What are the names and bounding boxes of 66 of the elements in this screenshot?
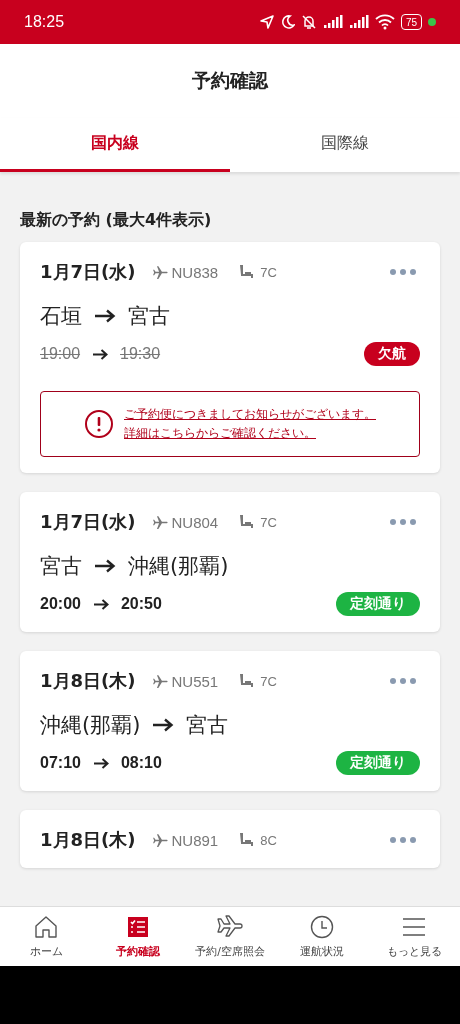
- arrival-time: 19:30: [120, 345, 161, 363]
- moon-icon: [280, 14, 295, 30]
- origin-airport: 沖縄(那覇): [40, 712, 141, 739]
- battery-icon: 75: [400, 14, 422, 30]
- origin-airport: 石垣: [40, 303, 82, 330]
- flight-number: NU804: [171, 513, 219, 531]
- checklist-icon: [125, 914, 151, 940]
- seat-number: 8C: [260, 832, 277, 848]
- notice-link[interactable]: ご予約便につきましてお知らせがございます。: [124, 406, 376, 423]
- seat-icon: [240, 514, 255, 530]
- arrival-time: 20:50: [120, 595, 162, 613]
- status-badge: 欠航: [364, 342, 420, 366]
- booking-card[interactable]: 1月8日(木) NU891 8C: [20, 810, 440, 868]
- arrow-icon: [152, 718, 175, 732]
- flight-number: NU891: [171, 831, 219, 849]
- arrival-time: 08:10: [120, 754, 162, 772]
- seat-icon: [240, 673, 255, 689]
- booking-card[interactable]: 1月8日(木) NU551 7C 沖縄(那覇) 宮古 07:10 08:10 定刻通り: [20, 651, 440, 791]
- flight-date: 1月8日(木): [40, 669, 136, 693]
- home-icon: [33, 914, 59, 940]
- flight-number: NU838: [171, 263, 219, 281]
- origin-airport: 宮古: [40, 553, 82, 580]
- plane-icon: [151, 513, 169, 531]
- tab[interactable]: 国内線: [0, 118, 230, 172]
- notice-box[interactable]: ご予約便につきましてお知らせがございます。 詳細はこちらからご確認ください。: [40, 391, 420, 457]
- departure-time: 20:00: [40, 595, 81, 613]
- status-badge: 定刻通り: [336, 592, 420, 616]
- plane-icon: [151, 831, 169, 849]
- booking-card[interactable]: 1月7日(水) NU838 7C 石垣 宮古 19:00 19:30 欠航 ご予約便につきましてお知らせがございます。 詳細はこちらからご確認ください。: [20, 242, 440, 473]
- flight-number: NU551: [171, 672, 219, 690]
- departure-time: 07:10: [40, 754, 81, 772]
- plane-icon: [151, 263, 169, 281]
- seat-number: 7C: [260, 264, 277, 280]
- destination-airport: 宮古: [128, 303, 170, 330]
- destination-airport: 沖縄(那覇): [128, 553, 229, 580]
- arrow-icon: [92, 757, 109, 769]
- plane-icon: [216, 914, 244, 940]
- wifi-icon: [374, 14, 395, 30]
- muted-bell-icon: [300, 14, 317, 30]
- clock-icon: [309, 914, 335, 940]
- privacy-dot: [428, 18, 436, 26]
- flight-date: 1月8日(木): [40, 828, 136, 852]
- seat-number: 7C: [260, 514, 277, 530]
- booking-card[interactable]: 1月7日(水) NU804 7C 宮古 沖縄(那覇) 20:00 20:50 定刻通り: [20, 492, 440, 632]
- seat-icon: [240, 832, 255, 848]
- signal-icon: [348, 15, 369, 29]
- alert-icon: [84, 409, 114, 439]
- arrow-icon: [94, 309, 116, 323]
- departure-time: 19:00: [40, 345, 81, 363]
- arrow-icon: [92, 348, 109, 360]
- destination-airport: 宮古: [186, 712, 229, 739]
- location-arrow-icon: [258, 14, 275, 30]
- clock-time: 18:25: [24, 13, 65, 31]
- section-title: 最新の予約 (最大4件表示): [20, 210, 213, 231]
- flight-date: 1月7日(水): [40, 260, 136, 284]
- flight-date: 1月7日(水): [40, 510, 136, 534]
- page-title: 予約確認: [192, 68, 268, 93]
- tab[interactable]: 国際線: [230, 118, 460, 172]
- arrow-icon: [94, 559, 116, 573]
- plane-icon: [151, 672, 169, 690]
- arrow-icon: [92, 598, 109, 610]
- seat-number: 7C: [260, 673, 277, 689]
- notice-link[interactable]: 詳細はこちらからご確認ください。: [124, 425, 316, 442]
- seat-icon: [240, 264, 255, 280]
- status-badge: 定刻通り: [336, 751, 420, 775]
- signal-icon: [322, 15, 343, 29]
